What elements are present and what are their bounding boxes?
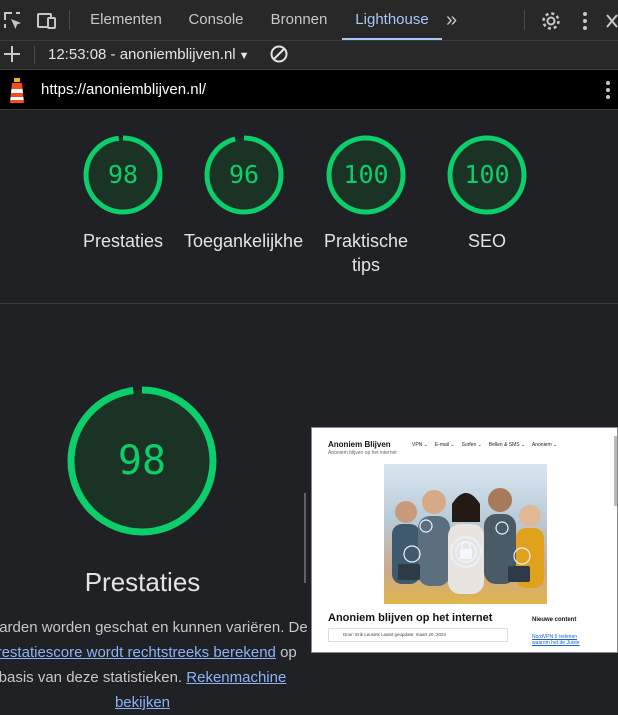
report-url[interactable]: https://anoniemblijven.nl/: [41, 81, 206, 98]
gauge-prestaties[interactable]: 98: [82, 134, 164, 216]
people-illustration: [392, 488, 544, 594]
separator: [524, 10, 525, 30]
byline: Door: Erik Leusink Laatst geupdate: maar…: [343, 632, 447, 637]
add-icon[interactable]: [2, 44, 22, 64]
hero-image: [384, 464, 547, 604]
lighthouse-toolbar: 12:53:08 - anoniemblijven.nl ▼: [0, 41, 618, 70]
byline-box: Door: Erik Leusink Laatst geupdate: maar…: [328, 628, 508, 642]
divider: [304, 493, 306, 583]
gauge-label: Prestaties: [82, 231, 164, 251]
gauge-score: 98: [107, 160, 139, 189]
lighthouse-logo-icon: [6, 77, 28, 105]
scrollbar[interactable]: [614, 436, 617, 506]
gauge-praktische-tips[interactable]: 100: [325, 134, 407, 216]
tab-lighthouse[interactable]: Lighthouse: [342, 0, 442, 40]
separator: [69, 10, 70, 30]
report-url-bar: https://anoniemblijven.nl/: [0, 70, 618, 110]
calculator-link[interactable]: bekijken: [115, 694, 170, 711]
score-calculation-link[interactable]: prestatiescore wordt rechtstreeks bereke…: [0, 644, 276, 661]
close-icon[interactable]: [604, 10, 618, 32]
device-toolbar-icon[interactable]: [36, 10, 58, 32]
page-screenshot[interactable]: Anoniem Blijven Anoniem blijven op het i…: [311, 427, 618, 653]
site-tagline: Anoniem blijven op het internet: [328, 450, 397, 456]
tab-bronnen[interactable]: Bronnen: [258, 0, 340, 40]
devtools-tabbar: Elementen Console Bronnen Lighthouse »: [0, 0, 618, 41]
gear-icon[interactable]: [540, 10, 562, 32]
more-options-icon[interactable]: [604, 80, 612, 100]
inspect-element-icon[interactable]: [2, 10, 24, 32]
site-name: Anoniem Blijven: [328, 440, 391, 449]
tab-console[interactable]: Console: [176, 0, 256, 40]
dropdown-arrow-icon: ▼: [238, 50, 250, 62]
gauge-score: 96: [228, 160, 260, 189]
more-tabs-icon[interactable]: »: [446, 9, 468, 31]
gauge-seo[interactable]: 100: [446, 134, 528, 216]
clear-icon[interactable]: [269, 44, 289, 64]
more-options-icon[interactable]: [574, 10, 596, 32]
sidebar-title: Nieuwe content: [532, 617, 577, 623]
performance-section: 98 Prestaties Waarden worden geschat en …: [0, 305, 618, 714]
report-time: 12:53:08 - anoniemblijven.nl: [48, 46, 236, 63]
gauge-label: Toegankelijkheid: [184, 231, 304, 251]
score-gauges: 98 Prestaties 96 Toegankelijkheid 100 Pr…: [0, 111, 618, 304]
tab-elementen[interactable]: Elementen: [78, 0, 174, 40]
report-selector[interactable]: 12:53:08 - anoniemblijven.nl ▼: [48, 46, 250, 63]
sidebar-link[interactable]: NordVPN 5 redenen waarom het de Juiste: [532, 634, 588, 646]
performance-title: Prestaties: [84, 567, 201, 597]
gauge-score: 100: [464, 160, 510, 189]
gauge-label: Praktische tips: [323, 231, 409, 275]
separator: [34, 46, 35, 64]
gauge-label: SEO: [467, 231, 506, 251]
gauge-score: 100: [343, 160, 389, 189]
performance-score: 98: [117, 438, 167, 484]
site-nav: VPN ⌄ E-mail ⌄ Surfen ⌄ Bellen & SMS ⌄ A…: [412, 442, 558, 448]
gauge-toegankelijkheid[interactable]: 96: [203, 134, 285, 216]
page-heading: Anoniem blijven op het internet: [328, 612, 493, 624]
performance-description: Waarden worden geschat en kunnen variëre…: [0, 615, 315, 715]
calculator-link[interactable]: Rekenmachine: [186, 669, 286, 686]
